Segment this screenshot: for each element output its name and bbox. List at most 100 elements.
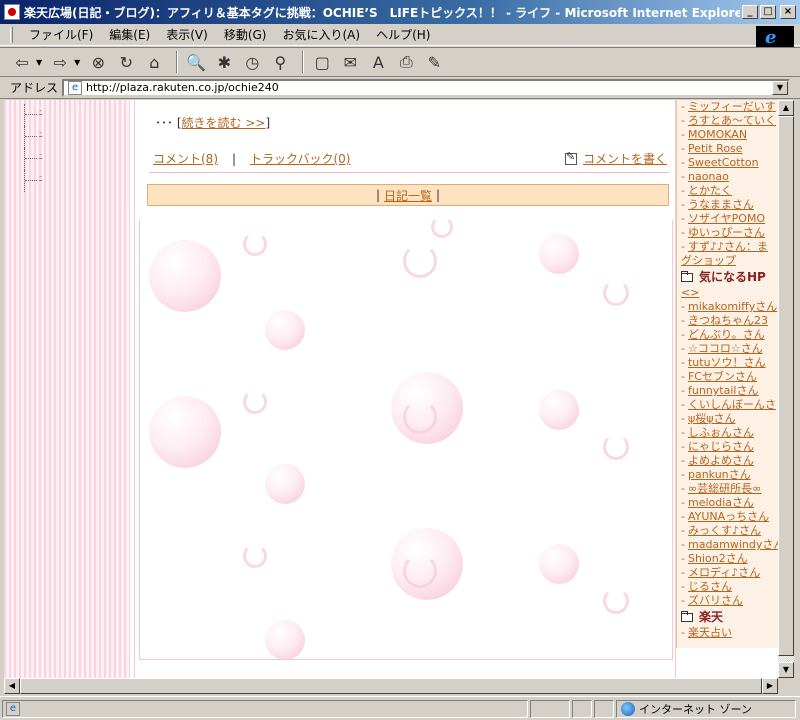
sidebar-link-item[interactable]: - しふぉんさん [677, 426, 778, 440]
diary-list-link[interactable]: 日記一覧 [384, 187, 432, 204]
sidebar-link-item[interactable]: - すず♪♪さん：ま [677, 240, 778, 254]
horizontal-scroll-thumb[interactable] [20, 678, 762, 694]
sidebar-link[interactable]: ミッフィーだいす [688, 100, 776, 113]
scroll-right-button[interactable]: ▶ [762, 678, 778, 694]
menu-favorites[interactable]: お気に入り(A) [274, 26, 368, 43]
sidebar-link[interactable]: じるさん [688, 580, 732, 593]
sidebar-link-item[interactable]: - ソザイヤPOMO [677, 212, 778, 226]
print-button[interactable]: ⎙ [394, 50, 418, 74]
tree-link[interactable]: - [39, 128, 42, 138]
stop-button[interactable]: ⊗ [86, 50, 110, 74]
favorites-button[interactable]: ✱ [212, 50, 236, 74]
sidebar-link[interactable]: しふぉんさん [688, 426, 754, 439]
search-button[interactable]: 🔍 [184, 50, 208, 74]
tree-link[interactable]: - [39, 172, 42, 182]
back-button[interactable]: ⇦ [10, 50, 34, 74]
sidebar-link[interactable]: mikakomiffyさん [688, 300, 777, 313]
sidebar-link-item[interactable]: - MOMOKAN [677, 128, 778, 142]
horizontal-scrollbar[interactable]: ◀ ▶ [4, 678, 778, 694]
forward-button[interactable]: ⇨ [48, 50, 72, 74]
sidebar-link-item[interactable]: - みっくす♪さん [677, 524, 778, 538]
tree-item[interactable]: - [24, 126, 54, 148]
sidebar-link-item[interactable]: - ∞芸総研所長∞ [677, 482, 778, 496]
tree-item[interactable]: - [24, 148, 54, 170]
menu-go[interactable]: 移動(G) [216, 26, 275, 43]
heading-hp-tail-link[interactable]: <> [681, 286, 699, 299]
sidebar-link[interactable]: にゃじらさん [688, 440, 754, 453]
sidebar-link-item[interactable]: - madamwindyさん [677, 538, 778, 552]
sidebar-link[interactable]: FCセブンさん [688, 370, 757, 383]
sidebar-link-item[interactable]: - mikakomiffyさん [677, 300, 778, 314]
sidebar-link-item[interactable]: - うなままさん [677, 198, 778, 212]
home-button[interactable]: ⌂ [142, 50, 166, 74]
refresh-button[interactable]: ↻ [114, 50, 138, 74]
sidebar-link-item[interactable]: - じるさん [677, 580, 778, 594]
sidebar-link-item[interactable]: - どんぶり。さん [677, 328, 778, 342]
sidebar-link[interactable]: SweetCotton [688, 156, 759, 169]
sidebar-link-item[interactable]: - naonao [677, 170, 778, 184]
sidebar-link[interactable]: melodiaさん [688, 496, 754, 509]
sidebar-link-item[interactable]: - ミッフィーだいす [677, 100, 778, 114]
sidebar-link[interactable]: ソザイヤPOMO [688, 212, 765, 225]
sidebar-link[interactable]: naonao [688, 170, 729, 183]
close-button[interactable]: × [780, 5, 796, 19]
write-comment-link[interactable]: コメントを書く [583, 150, 667, 167]
sidebar-link[interactable]: ズバリさん [688, 594, 743, 607]
scroll-left-button[interactable]: ◀ [4, 678, 20, 694]
sidebar-link-item[interactable]: - ろすとあ～ていく [677, 114, 778, 128]
vertical-scrollbar[interactable]: ▲ ▼ [778, 100, 794, 678]
sidebar-link-item[interactable]: - にゃじらさん [677, 440, 778, 454]
tree-link[interactable]: - [39, 150, 42, 160]
sidebar-link[interactable]: madamwindyさん [688, 538, 778, 551]
menu-file[interactable]: ファイル(F) [21, 26, 101, 43]
mail-button[interactable]: ✉ [338, 50, 362, 74]
sidebar-link[interactable]: ろすとあ～ていく [688, 114, 776, 127]
read-more-link[interactable]: 続きを読む >> [182, 116, 266, 130]
sidebar-link-item[interactable]: - SweetCotton [677, 156, 778, 170]
sidebar-link[interactable]: Petit Rose [688, 142, 743, 155]
channels-button[interactable]: ⚲ [268, 50, 292, 74]
menu-edit[interactable]: 編集(E) [101, 26, 158, 43]
scroll-up-button[interactable]: ▲ [778, 100, 794, 116]
sidebar-link[interactable]: funnytailさん [688, 384, 758, 397]
sidebar-link-item[interactable]: - よめよめさん [677, 454, 778, 468]
edit-button[interactable]: ✎ [422, 50, 446, 74]
scroll-down-button[interactable]: ▼ [778, 662, 794, 678]
comment-link[interactable]: コメント(8) [153, 150, 218, 167]
tree-item[interactable]: - [24, 104, 54, 126]
sidebar-link-item[interactable]: - ゆいっぴーさん [677, 226, 778, 240]
back-dropdown-icon[interactable]: ▼ [36, 58, 42, 67]
sidebar-link[interactable]: ゆいっぴーさん [688, 226, 765, 239]
address-dropdown-icon[interactable]: ▼ [772, 80, 788, 95]
sidebar-link-item[interactable]: - とかたく [677, 184, 778, 198]
sidebar-link-item[interactable]: - 楽天占い [677, 626, 778, 640]
sidebar-link[interactable]: pankunさん [688, 468, 751, 481]
sidebar-link[interactable]: メロディ♪さん [688, 566, 760, 579]
sidebar-link-item[interactable]: - AYUNAっちさん [677, 510, 778, 524]
sidebar-link-item[interactable]: - ズバリさん [677, 594, 778, 608]
sidebar-link[interactable]: すず♪♪さん：ま [688, 240, 768, 253]
menu-view[interactable]: 表示(V) [158, 26, 216, 43]
sidebar-link-item[interactable]: - funnytailさん [677, 384, 778, 398]
sidebar-link-item[interactable]: - くいしんぼーんさ [677, 398, 778, 412]
sidebar-link-item[interactable]: - ψ桜ψさん [677, 412, 778, 426]
sidebar-link-item[interactable]: - Petit Rose [677, 142, 778, 156]
sidebar-link-item[interactable]: - tutuソウ！さん [677, 356, 778, 370]
menu-help[interactable]: ヘルプ(H) [368, 26, 438, 43]
sidebar-link[interactable]: よめよめさん [688, 454, 754, 467]
sidebar-link[interactable]: ψ桜ψさん [688, 412, 736, 425]
sidebar-link-item[interactable]: - Shion2さん [677, 552, 778, 566]
tree-link[interactable]: - [39, 106, 42, 116]
sidebar-link-item[interactable]: - きつねちゃん23 [677, 314, 778, 328]
sidebar-link[interactable]: くいしんぼーんさ [688, 398, 776, 411]
sidebar-link[interactable]: tutuソウ！さん [688, 356, 766, 369]
forward-dropdown-icon[interactable]: ▼ [74, 58, 80, 67]
sidebar-link[interactable]: きつねちゃん23 [688, 314, 768, 327]
sidebar-link-item[interactable]: - melodiaさん [677, 496, 778, 510]
sidebar-link[interactable]: ∞芸総研所長∞ [688, 482, 761, 495]
minimize-button[interactable]: _ [742, 5, 758, 19]
font-button[interactable]: A [366, 50, 390, 74]
sidebar-link[interactable]: うなままさん [688, 198, 754, 211]
sidebar-link[interactable]: みっくす♪さん [688, 524, 761, 537]
sidebar-link-item[interactable]: グショップ [677, 254, 778, 268]
